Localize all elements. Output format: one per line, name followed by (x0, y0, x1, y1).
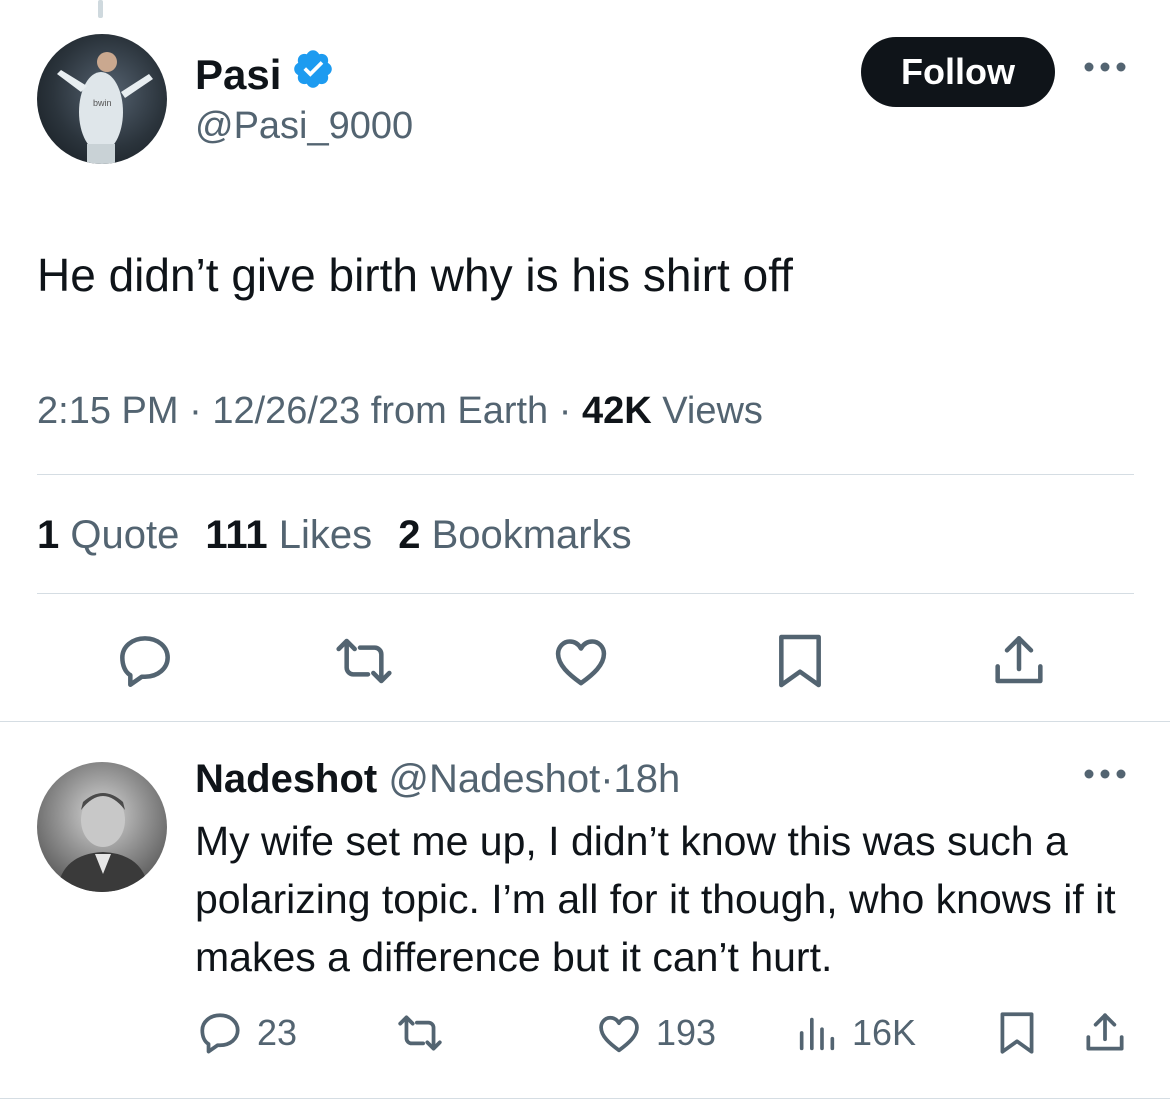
tweet-source: from Earth (370, 390, 549, 432)
author-avatar[interactable]: bwin (37, 34, 167, 164)
reply-views-button[interactable]: 16K (794, 1008, 916, 1058)
divider (37, 593, 1134, 594)
tweet-separator (0, 721, 1170, 722)
quotes-stat[interactable]: 1 Quote (37, 510, 179, 560)
author-handle[interactable]: @Pasi_9000 (195, 103, 413, 149)
likes-count: 111 (205, 513, 268, 557)
quotes-label: Quote (70, 513, 180, 557)
reply-header: Nadeshot @Nadeshot·18h (195, 754, 680, 804)
reply-count: 23 (257, 1012, 298, 1053)
tweet-time[interactable]: 2:15 PM (37, 390, 179, 432)
retweet-icon (336, 638, 392, 684)
author-name[interactable]: Pasi (195, 50, 281, 100)
reply-more-options-icon[interactable] (1082, 767, 1128, 786)
tweet-date[interactable]: 12/26/23 (212, 390, 360, 432)
reply-button[interactable] (113, 629, 177, 693)
reply-retweet-button[interactable] (394, 1008, 446, 1058)
meta-separator: · (189, 390, 202, 432)
reply-share-button[interactable] (1080, 1008, 1130, 1058)
reply-icon (120, 636, 170, 687)
reply-bookmark-button[interactable] (992, 1008, 1042, 1058)
reply-author-avatar[interactable] (37, 762, 167, 892)
bookmarks-label: Bookmarks (431, 513, 632, 557)
reply-text: My wife set me up, I didn’t know this wa… (195, 818, 1116, 980)
like-count: 193 (656, 1012, 717, 1053)
retweet-icon (398, 1015, 442, 1051)
verified-badge-icon (291, 47, 335, 102)
like-icon (555, 639, 607, 686)
bookmark-icon (1000, 1012, 1034, 1054)
reply-author-name[interactable]: Nadeshot (195, 757, 377, 801)
reply-author-handle[interactable]: @Nadeshot (388, 757, 600, 801)
retweet-button[interactable] (330, 629, 398, 693)
reply-age[interactable]: 18h (614, 757, 681, 801)
bookmark-button[interactable] (768, 629, 832, 693)
share-icon (1086, 1013, 1124, 1051)
like-button[interactable] (549, 629, 613, 693)
thread-connector-line (98, 0, 103, 18)
meta-separator: · (558, 390, 572, 432)
likes-label: Likes (278, 513, 373, 557)
share-button[interactable] (987, 629, 1051, 693)
likes-stat[interactable]: 111 Likes (205, 510, 372, 560)
views-icon (799, 1017, 835, 1051)
bookmarks-stat[interactable]: 2 Bookmarks (398, 510, 631, 560)
engagement-stats: 1 Quote 111 Likes 2 Bookmarks (37, 510, 632, 560)
share-icon (995, 636, 1043, 684)
reply-separator-line (0, 1098, 1170, 1099)
follow-button[interactable]: Follow (861, 37, 1055, 107)
quotes-count: 1 (37, 513, 60, 557)
views-label: Views (662, 390, 763, 432)
bookmark-icon (779, 634, 821, 688)
views-count: 42K (581, 390, 652, 432)
view-count: 16K (852, 1012, 917, 1053)
svg-text:bwin: bwin (93, 98, 112, 108)
tweet-text: He didn’t give birth why is his shirt of… (37, 249, 793, 301)
author-name-row[interactable]: Pasi (195, 47, 335, 102)
reply-separator: · (600, 757, 614, 801)
reply-reply-button[interactable]: 23 (195, 1008, 297, 1058)
bookmarks-count: 2 (398, 513, 421, 557)
tweet-meta: 2:15 PM · 12/26/23 from Earth · 42K View… (37, 386, 763, 436)
reply-icon (200, 1013, 240, 1054)
divider (37, 474, 1134, 475)
more-options-icon[interactable] (1082, 60, 1128, 79)
reply-like-button[interactable]: 193 (594, 1008, 716, 1058)
like-icon (599, 1015, 639, 1053)
